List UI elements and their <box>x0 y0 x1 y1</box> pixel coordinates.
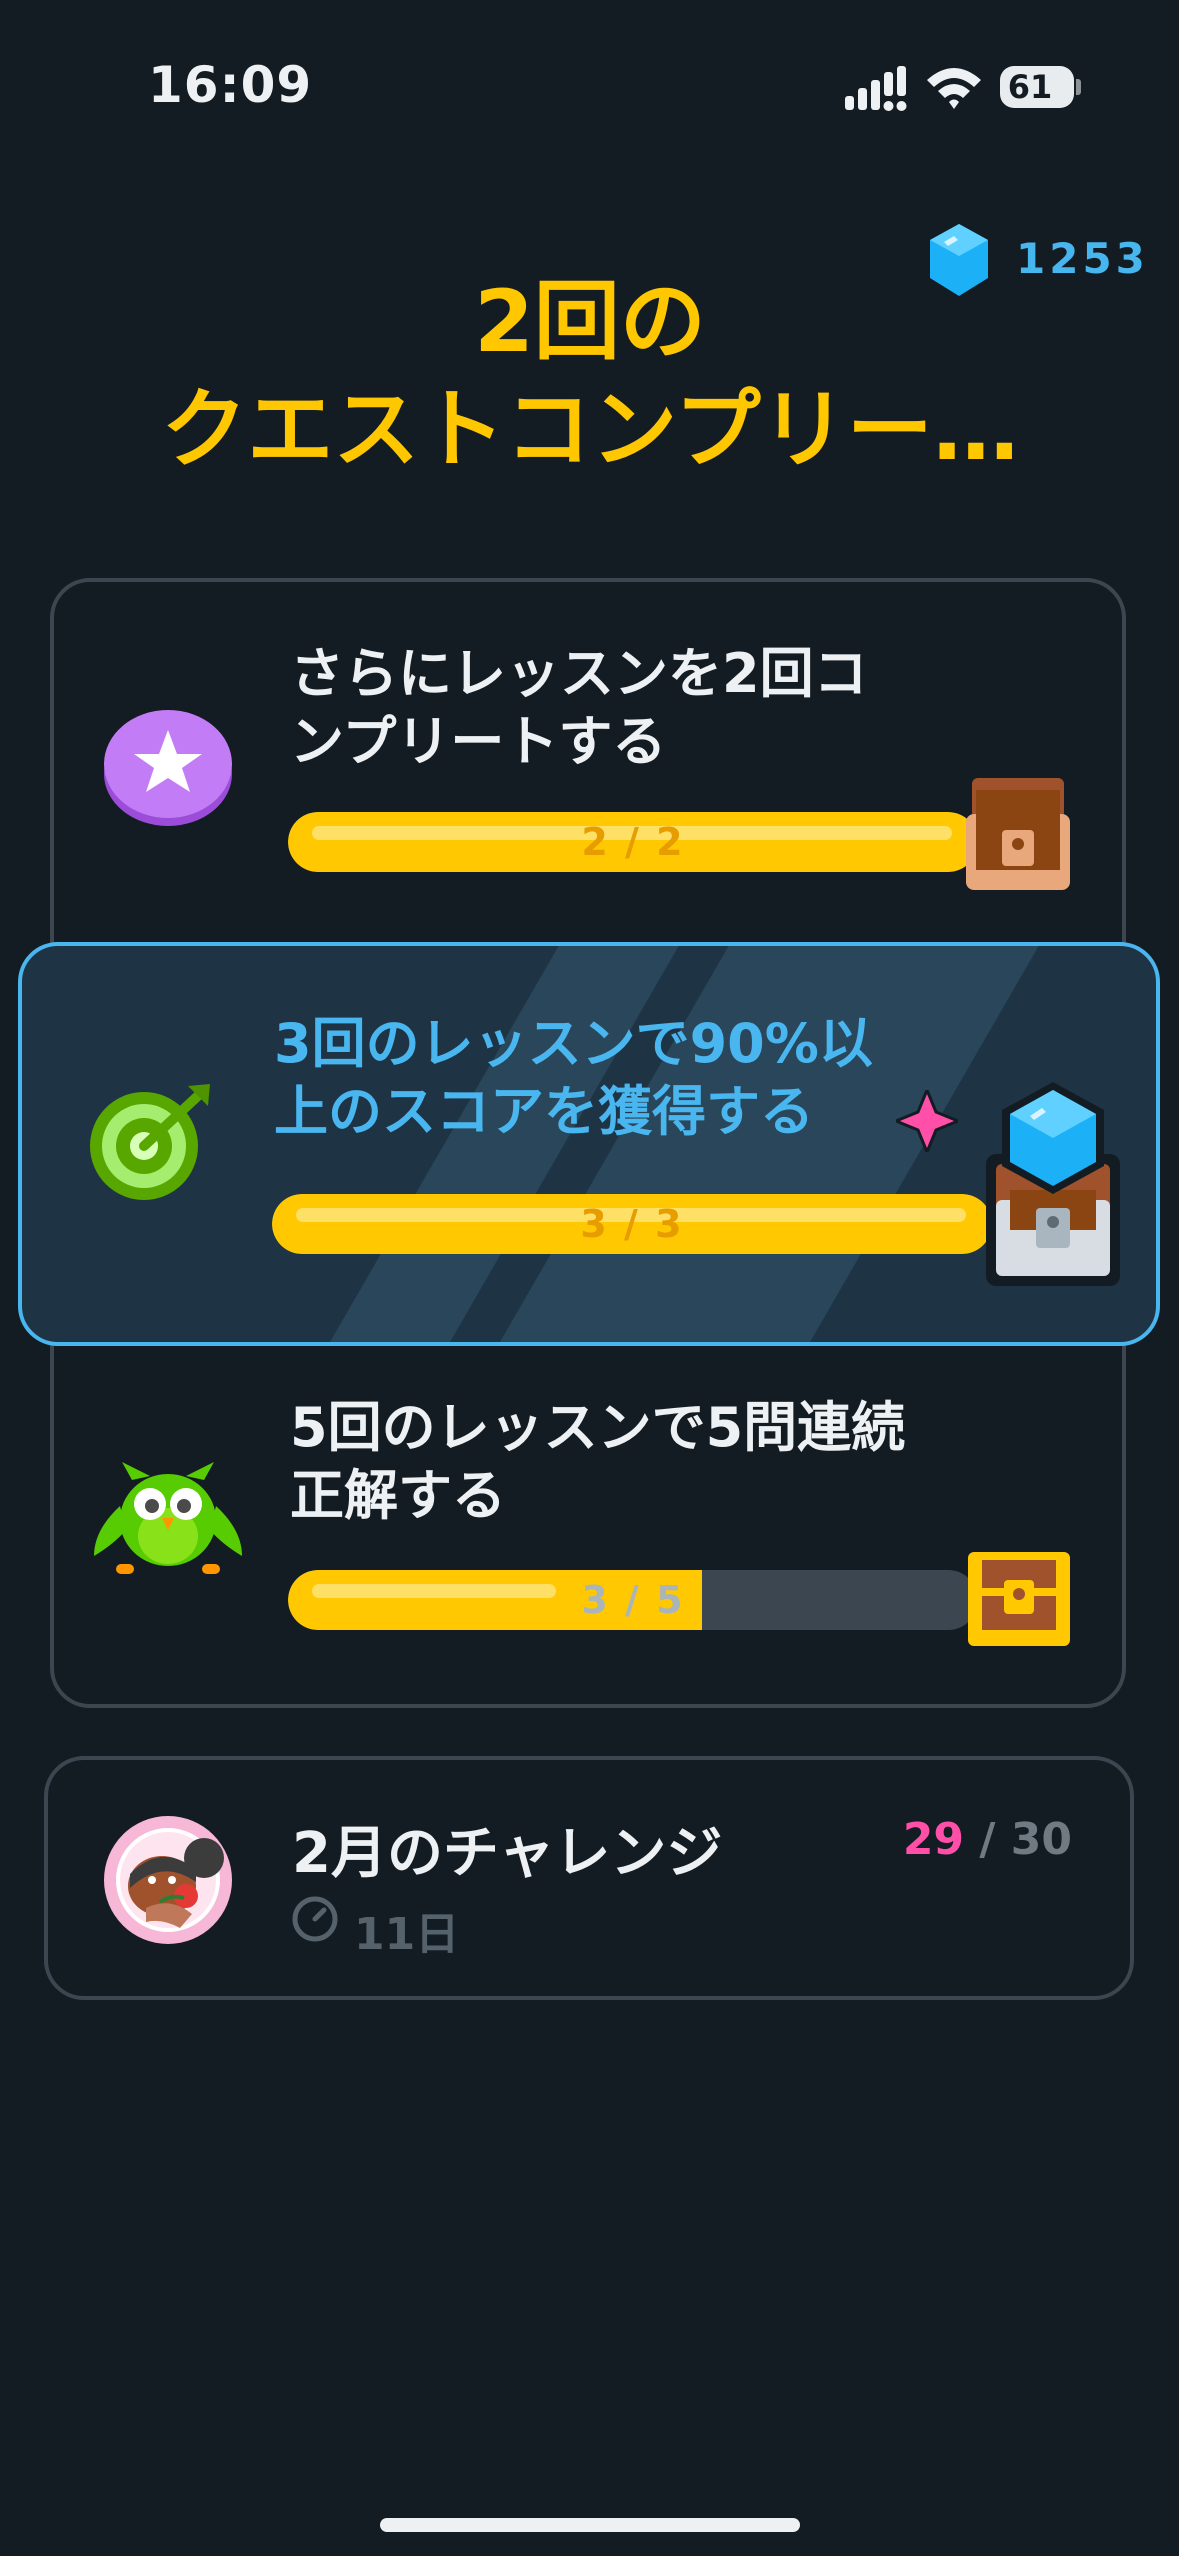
wifi-icon <box>927 68 981 109</box>
home-indicator[interactable] <box>380 2518 800 2532</box>
cellular-signal-icon <box>845 66 907 111</box>
page-title-line-1: 2回の <box>474 272 706 372</box>
star-badge-icon <box>104 710 232 826</box>
challenge-total: 30 <box>1010 1814 1072 1865</box>
progress-label: 3 / 3 <box>580 1202 684 1246</box>
challenge-time-left: 11日 <box>354 1909 460 1960</box>
progress-bar: 3 / 5 <box>288 1570 978 1630</box>
challenge-progress: 29 / 30 <box>903 1814 1072 1865</box>
chest-opened-icon[interactable] <box>962 770 1074 894</box>
status-time: 16:09 <box>148 56 313 114</box>
owl-icon <box>94 1462 242 1574</box>
progress-label: 2 / 2 <box>581 820 685 864</box>
quest-title: 5回のレッスンで5問連続 正解する <box>290 1396 906 1527</box>
page-title: 2回の クエストコンプリー… <box>60 268 1120 484</box>
challenge-badge-icon <box>104 1816 232 1944</box>
progress-bar: 2 / 2 <box>288 812 978 872</box>
battery-tip <box>1076 79 1081 95</box>
status-bar: 16:09 61 <box>0 0 1179 170</box>
quest-title: 3回のレッスンで90%以 上のスコアを獲得する <box>274 1012 873 1143</box>
monthly-challenge-card[interactable]: 2月のチャレンジ 29 / 30 11日 <box>44 1756 1134 2000</box>
battery-level: 61 <box>1007 68 1053 106</box>
progress-bar: 3 / 3 <box>272 1194 992 1254</box>
challenge-title: 2月のチャレンジ <box>292 1821 723 1886</box>
target-icon <box>90 1084 210 1200</box>
challenge-separator: / <box>964 1814 1011 1865</box>
battery-icon: 61 <box>1000 66 1074 108</box>
quest-title: さらにレッスンを2回コ ンプリートする <box>290 642 868 773</box>
sparkle-icon <box>896 1090 958 1152</box>
chest-gold-icon[interactable] <box>966 1550 1072 1648</box>
progress-label: 3 / 5 <box>581 1578 685 1622</box>
page-title-line-2: クエストコンプリー… <box>161 380 1019 480</box>
chest-gem-icon[interactable] <box>980 1080 1126 1290</box>
challenge-current: 29 <box>902 1814 965 1865</box>
